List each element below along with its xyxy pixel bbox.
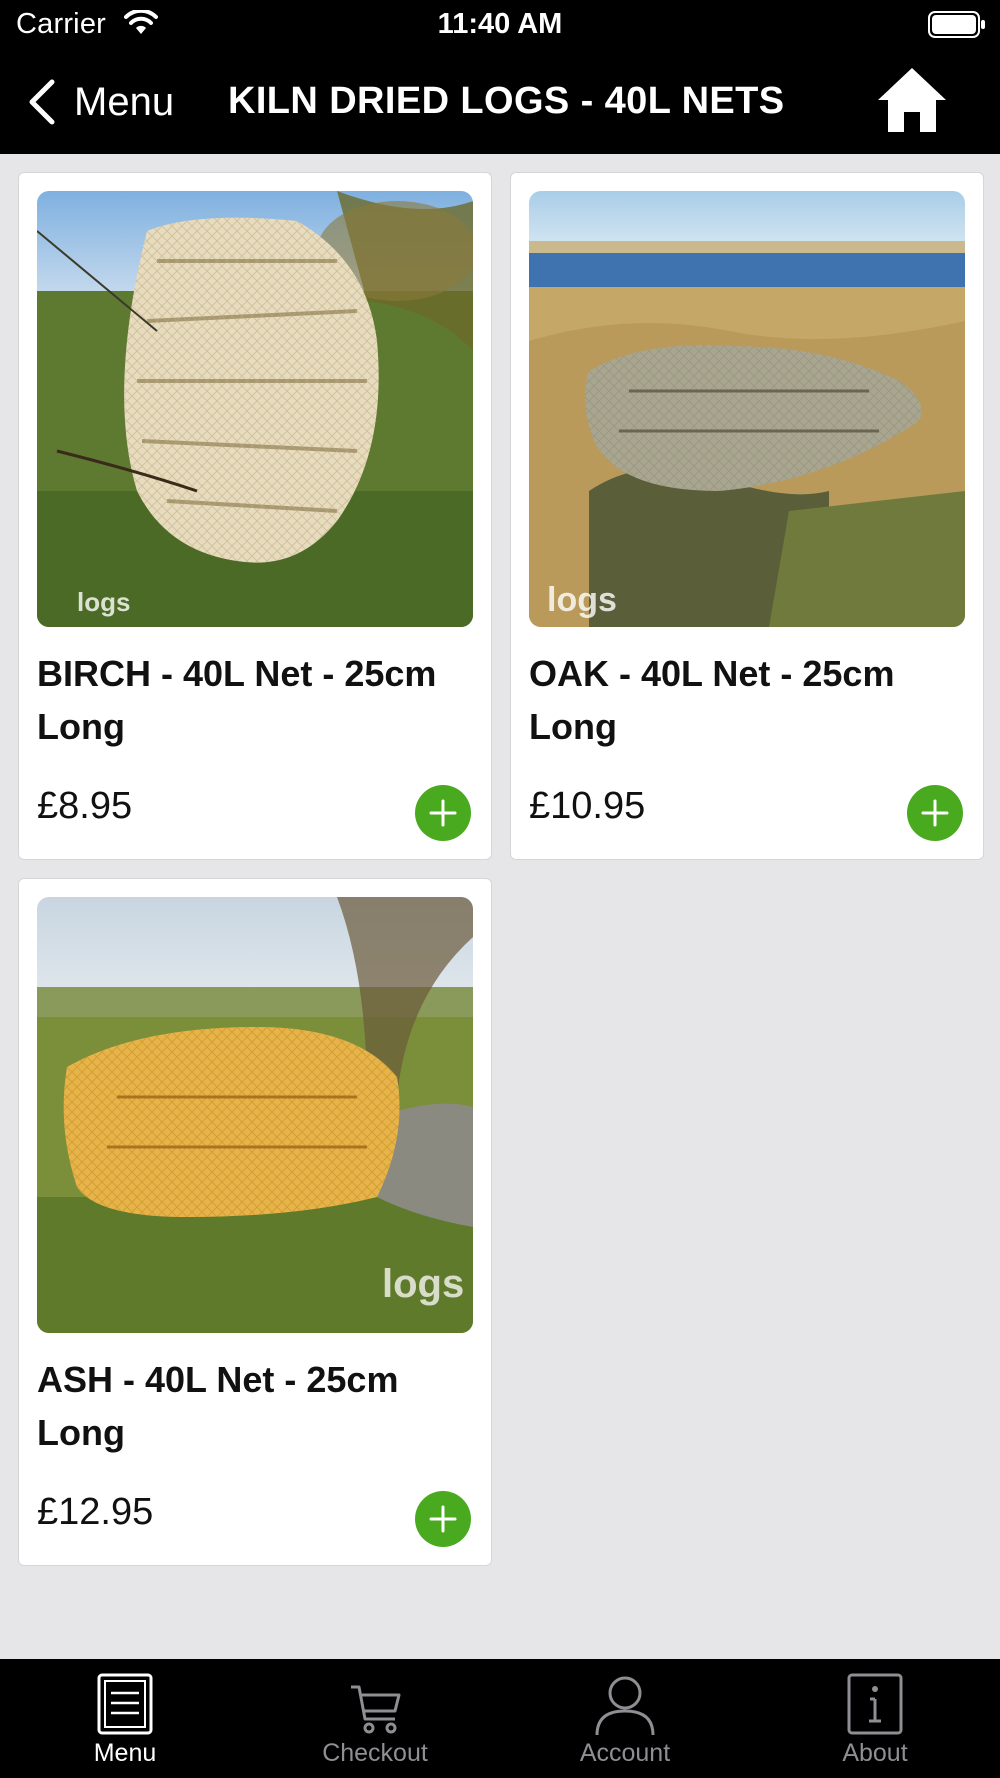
add-to-cart-button[interactable] [415, 785, 471, 841]
plus-icon [921, 799, 949, 827]
product-name: ASH - 40L Net - 25cm Long [37, 1359, 399, 1453]
home-icon[interactable] [874, 64, 950, 136]
back-chevron-icon [29, 79, 55, 125]
product-image[interactable]: logs [37, 191, 473, 627]
menu-document-icon [97, 1673, 153, 1735]
back-button[interactable]: Menu [26, 72, 174, 132]
product-price: £10.95 [529, 785, 646, 827]
person-icon [595, 1676, 655, 1736]
tab-menu[interactable]: Menu [0, 1659, 250, 1778]
page-title: KILN DRIED LOGS - 40L NETS [228, 80, 785, 122]
status-time: 11:40 AM [437, 8, 563, 40]
status-bar: Carrier 11:40 AM [0, 0, 1000, 50]
product-image[interactable]: logs [529, 191, 965, 627]
product-card-ash[interactable]: logs ASH - 40L Net - 25cm Long £12.95 [18, 878, 492, 1566]
product-price: £12.95 [37, 1491, 154, 1533]
product-card-oak[interactable]: logs OAK - 40L Net - 25cm Long £10.95 [510, 172, 984, 860]
tab-label: Menu [93, 1739, 157, 1767]
product-name: BIRCH - 40L Net - 25cm Long [37, 653, 437, 747]
oak-log-net-photo: logs [529, 191, 965, 627]
birch-log-net-photo: logs [37, 191, 473, 627]
add-to-cart-button[interactable] [415, 1491, 471, 1547]
cart-icon [351, 1685, 401, 1734]
battery-icon [928, 11, 985, 38]
ash-log-net-photo: logs [37, 897, 473, 1333]
plus-icon [429, 799, 457, 827]
tab-about[interactable]: About [750, 1659, 1000, 1778]
plus-icon [429, 1505, 457, 1533]
product-card-birch[interactable]: logs BIRCH - 40L Net - 25cm Long £8.95 [18, 172, 492, 860]
svg-text:logs: logs [382, 1262, 464, 1306]
product-name: OAK - 40L Net - 25cm Long [529, 653, 895, 747]
tab-label: Account [579, 1739, 671, 1767]
tab-label: About [842, 1739, 908, 1767]
add-to-cart-button[interactable] [907, 785, 963, 841]
tab-checkout[interactable]: Checkout [250, 1659, 500, 1778]
svg-text:logs: logs [547, 581, 617, 619]
tab-account[interactable]: Account [500, 1659, 750, 1778]
back-label: Menu [74, 79, 175, 124]
svg-text:logs: logs [77, 587, 130, 617]
tab-label: Checkout [322, 1739, 428, 1767]
info-icon [847, 1673, 903, 1735]
product-price: £8.95 [37, 785, 133, 827]
product-image[interactable]: logs [37, 897, 473, 1333]
tab-bar: Menu Checkout Account About [0, 1659, 1000, 1778]
nav-bar: Menu KILN DRIED LOGS - 40L NETS [0, 50, 1000, 154]
